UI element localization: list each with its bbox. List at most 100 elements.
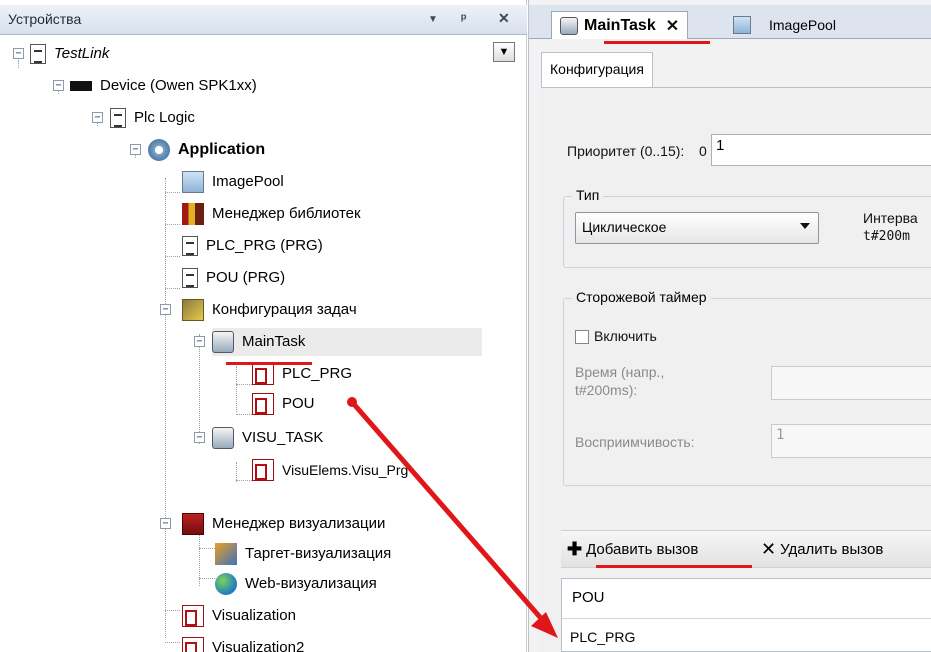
tree-node-visu-task[interactable]: VISU_TASK (212, 424, 323, 452)
tree-node-visu-manager-label: Менеджер визуализации (212, 515, 386, 532)
tree-node-library-manager[interactable]: Менеджер библиотек (182, 200, 361, 228)
remove-icon: ✕ (761, 539, 777, 559)
annotation-underline-maintask (226, 362, 312, 365)
tree-node-maintask[interactable]: MainTask (212, 328, 482, 356)
tree-node-visualization-label: Visualization (212, 607, 296, 624)
watchdog-time-label: Время (напр., (575, 364, 665, 380)
interval-hint: t#200m (863, 229, 910, 244)
call-toolbar: ✚ Добавить вызов ✕ Удалить вызов (561, 530, 931, 568)
sensitivity-input[interactable]: 1 (771, 424, 931, 458)
collapse-plc-logic-toggle[interactable]: − (92, 112, 103, 123)
tree-node-plc-prg[interactable]: PLC_PRG (PRG) (182, 232, 323, 260)
enable-watchdog-checkbox[interactable] (575, 330, 589, 344)
task-icon (212, 427, 234, 449)
task-configuration-icon (182, 299, 204, 321)
table-header: POU (562, 579, 931, 619)
devices-panel-header: Устройства ▼ ᵖ ✕ (0, 5, 527, 35)
project-file-icon (30, 44, 46, 64)
task-icon (212, 331, 234, 353)
enable-watchdog-label: Включить (594, 328, 657, 344)
collapse-visu-task-toggle[interactable]: − (194, 432, 205, 443)
chevron-down-icon (800, 223, 810, 229)
devices-panel: Устройства ▼ ᵖ ✕ − TestLink ▼ − Device (… (0, 0, 527, 652)
remove-call-label: Удалить вызов (780, 541, 884, 558)
application-gear-icon (148, 139, 170, 161)
annotation-underline-tab (604, 41, 710, 44)
tree-node-call-plc-prg-label: PLC_PRG (282, 365, 353, 382)
tree-node-pou[interactable]: POU (PRG) (182, 264, 285, 292)
tree-node-maintask-label: MainTask (242, 333, 306, 350)
visualization-icon (182, 637, 204, 652)
tree-node-device[interactable]: Device (Owen SPK1xx) (70, 72, 257, 100)
close-tab-icon[interactable]: ✕ (666, 16, 679, 36)
priority-value: 1 (716, 137, 725, 154)
tree-node-plc-prg-label: PLC_PRG (PRG) (206, 237, 323, 254)
tree-node-pou-label: POU (PRG) (206, 269, 286, 286)
tree-node-image-pool-label: ImagePool (212, 173, 284, 190)
project-dropdown-icon[interactable]: ▼ (493, 42, 515, 62)
collapse-application-toggle[interactable]: − (130, 144, 141, 155)
program-icon (182, 236, 198, 256)
tab-imagepool[interactable]: ImagePool (725, 11, 844, 39)
priority-input[interactable]: 1 (711, 134, 931, 166)
library-books-icon (182, 203, 204, 225)
pin-icon[interactable]: ᵖ (461, 10, 466, 26)
panel-menu-dropdown-icon[interactable]: ▼ (428, 14, 438, 25)
device-tree: − TestLink ▼ − Device (Owen SPK1xx) − Pl… (0, 38, 520, 652)
tree-node-web-visu-label: Web-визуализация (245, 575, 377, 592)
table-header-pou: POU (572, 589, 605, 606)
program-call-icon (252, 363, 274, 385)
task-type-select[interactable]: Циклическое (575, 212, 819, 244)
device-icon (70, 81, 92, 91)
tree-node-visualization2-label: Visualization2 (212, 639, 305, 652)
target-visualization-icon (215, 543, 237, 565)
pou-call-table: POU PLC_PRG (561, 578, 931, 652)
task-type-value: Циклическое (582, 219, 667, 235)
tree-node-call-pou[interactable]: POU (252, 390, 315, 418)
tree-node-device-label: Device (Owen SPK1xx) (100, 77, 257, 94)
tree-node-task-config-label: Конфигурация задач (212, 301, 357, 318)
tab-maintask-label: MainTask (584, 16, 656, 34)
program-icon (182, 268, 198, 288)
watchdog-time-input[interactable] (771, 366, 931, 400)
tree-node-call-visu-prg[interactable]: VisuElems.Visu_Prg (252, 456, 408, 484)
add-call-button[interactable]: ✚ Добавить вызов (567, 539, 698, 560)
tab-configuration[interactable]: Конфигурация (541, 52, 653, 88)
web-visualization-globe-icon (215, 573, 237, 595)
visualization-icon (182, 605, 204, 627)
tree-node-project[interactable]: TestLink (30, 40, 109, 68)
watchdog-group-title: Сторожевой таймер (572, 289, 711, 305)
tree-node-task-config[interactable]: Конфигурация задач (182, 296, 357, 324)
tree-node-image-pool[interactable]: ImagePool (182, 168, 284, 196)
tree-node-plc-logic[interactable]: Plc Logic (110, 104, 195, 132)
tree-node-web-visu[interactable]: Web-визуализация (215, 570, 377, 598)
type-group-title: Тип (572, 187, 604, 203)
table-cell-pou: PLC_PRG (570, 629, 636, 645)
watchdog-time-hint: t#200ms): (575, 382, 638, 398)
collapse-project-toggle[interactable]: − (13, 48, 24, 59)
collapse-task-config-toggle[interactable]: − (160, 304, 171, 315)
tree-node-target-visu-label: Таргет-визуализация (245, 545, 392, 562)
tab-configuration-label: Конфигурация (550, 61, 644, 77)
tree-node-application[interactable]: Application (148, 136, 265, 164)
collapse-maintask-toggle[interactable]: − (194, 336, 205, 347)
add-icon: ✚ (567, 539, 583, 559)
visualization-manager-icon (182, 513, 204, 535)
add-call-label: Добавить вызов (586, 541, 699, 558)
program-call-icon (252, 393, 274, 415)
tree-node-visualization2[interactable]: Visualization2 (182, 634, 304, 652)
tree-node-visu-task-label: VISU_TASK (242, 429, 324, 446)
close-panel-icon[interactable]: ✕ (498, 10, 510, 27)
document-tab-strip: MainTask ✕ ImagePool (529, 5, 931, 39)
collapse-device-toggle[interactable]: − (53, 80, 64, 91)
tree-node-call-visu-prg-label: VisuElems.Visu_Prg (282, 462, 409, 478)
tree-node-visu-manager[interactable]: Менеджер визуализации (182, 510, 385, 538)
image-pool-icon (182, 171, 204, 193)
remove-call-button[interactable]: ✕ Удалить вызов (761, 539, 883, 560)
tree-node-target-visu[interactable]: Таргет-визуализация (215, 540, 391, 568)
tree-node-visualization[interactable]: Visualization (182, 602, 296, 630)
task-editor-panel: MainTask ✕ ImagePool Конфигурация Приори… (528, 0, 931, 652)
collapse-visu-manager-toggle[interactable]: − (160, 518, 171, 529)
tree-node-library-manager-label: Менеджер библиотек (212, 205, 361, 222)
tab-maintask[interactable]: MainTask ✕ (551, 11, 689, 39)
